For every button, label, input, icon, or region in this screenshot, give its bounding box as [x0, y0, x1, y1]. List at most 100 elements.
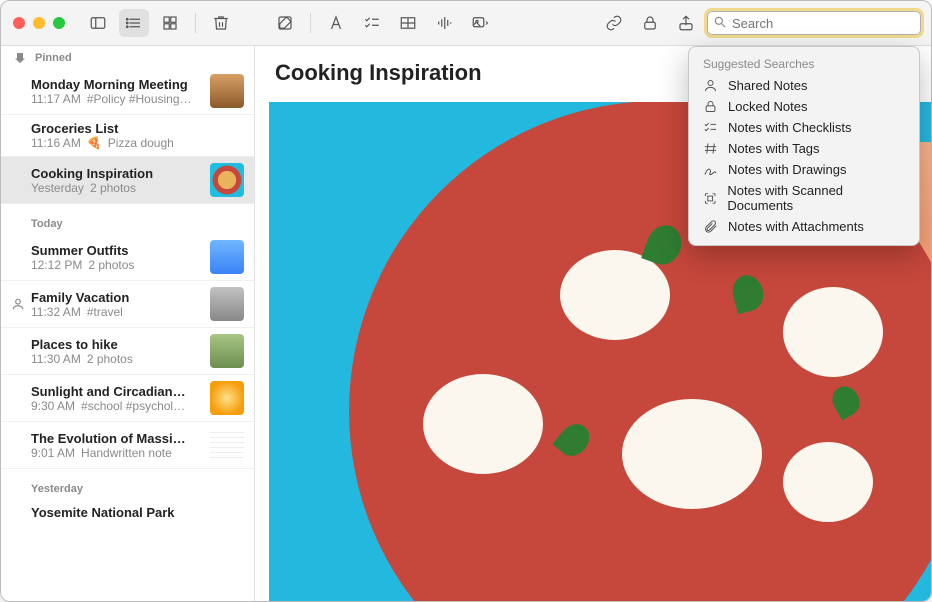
media-menu-button[interactable] [465, 9, 495, 37]
search-suggestions-popover: Suggested Searches Shared Notes Locked N… [688, 46, 920, 246]
note-detail: 2 photos [90, 181, 136, 195]
window-minimize-button[interactable] [33, 17, 45, 29]
checklist-button[interactable] [357, 9, 387, 37]
sidebar-toggle-icon [89, 14, 107, 32]
note-thumbnail [210, 428, 244, 462]
pizza-emoji: 🍕 [87, 136, 102, 150]
audio-icon [435, 14, 453, 32]
lock-icon [703, 99, 718, 114]
list-view-button[interactable] [119, 9, 149, 37]
window-zoom-button[interactable] [53, 17, 65, 29]
note-thumbnail [210, 240, 244, 274]
link-button[interactable] [599, 9, 629, 37]
suggestion-label: Notes with Checklists [728, 120, 852, 135]
section-pinned: Pinned [1, 46, 254, 68]
note-title: Summer Outfits [31, 243, 202, 258]
grid-view-icon [161, 14, 179, 32]
note-row-selected[interactable]: Cooking Inspiration Yesterday 2 photos [1, 157, 254, 204]
link-icon [605, 14, 623, 32]
search-input[interactable] [707, 11, 921, 35]
suggestion-label: Shared Notes [728, 78, 808, 93]
note-detail: Handwritten note [81, 446, 172, 460]
window-close-button[interactable] [13, 17, 25, 29]
suggestion-label: Notes with Attachments [728, 219, 864, 234]
shared-icon [703, 78, 718, 93]
note-detail: Pizza dough [108, 136, 174, 150]
compose-icon [276, 14, 294, 32]
note-time: 11:30 AM [31, 352, 81, 366]
suggestion-scanned[interactable]: Notes with Scanned Documents [689, 180, 919, 216]
suggestion-checklists[interactable]: Notes with Checklists [689, 117, 919, 138]
note-row[interactable]: Summer Outfits 12:12 PM 2 photos [1, 234, 254, 281]
grid-view-button[interactable] [155, 9, 185, 37]
share-icon [677, 14, 695, 32]
sidebar-toggle-button[interactable] [83, 9, 113, 37]
toolbar-separator [195, 13, 196, 33]
checklist-icon [363, 14, 381, 32]
suggestion-label: Locked Notes [728, 99, 808, 114]
lock-menu-button[interactable] [635, 9, 665, 37]
note-detail: #travel [87, 305, 123, 319]
note-row[interactable]: The Evolution of Massi… 9:01 AM Handwritt… [1, 422, 254, 469]
suggestion-drawings[interactable]: Notes with Drawings [689, 159, 919, 180]
note-detail: 2 photos [88, 258, 134, 272]
note-title: Monday Morning Meeting [31, 77, 202, 92]
note-thumbnail [210, 287, 244, 321]
note-list-sidebar: Pinned Monday Morning Meeting 11:17 AM #P… [1, 46, 255, 601]
media-icon [471, 14, 489, 32]
audio-button[interactable] [429, 9, 459, 37]
toolbar-separator [310, 13, 311, 33]
note-time: 9:01 AM [31, 446, 75, 460]
compose-button[interactable] [270, 9, 300, 37]
window-traffic-lights [13, 17, 65, 29]
note-time: 12:12 PM [31, 258, 82, 272]
note-thumbnail [210, 381, 244, 415]
suggestion-shared-notes[interactable]: Shared Notes [689, 75, 919, 96]
note-thumbnail [210, 334, 244, 368]
note-row[interactable]: Places to hike 11:30 AM 2 photos [1, 328, 254, 375]
list-view-icon [125, 14, 143, 32]
format-button[interactable] [321, 9, 351, 37]
app-window: Pinned Monday Morning Meeting 11:17 AM #P… [0, 0, 932, 602]
note-row[interactable]: Family Vacation 11:32 AM #travel [1, 281, 254, 328]
scan-icon [703, 191, 717, 206]
shared-icon [11, 297, 25, 311]
note-detail: #Policy #Housing… [87, 92, 192, 106]
suggestion-attachments[interactable]: Notes with Attachments [689, 216, 919, 237]
note-thumbnail [210, 163, 244, 197]
draw-icon [703, 162, 718, 177]
suggestions-title: Suggested Searches [689, 53, 919, 75]
note-row[interactable]: Monday Morning Meeting 11:17 AM #Policy #… [1, 68, 254, 115]
tag-icon [703, 141, 718, 156]
note-time: 11:32 AM [31, 305, 81, 319]
note-title: Places to hike [31, 337, 202, 352]
delete-button[interactable] [206, 9, 236, 37]
note-title: Groceries List [31, 121, 244, 136]
trash-icon [212, 14, 230, 32]
note-title: The Evolution of Massi… [31, 431, 202, 446]
table-button[interactable] [393, 9, 423, 37]
note-title: Cooking Inspiration [31, 166, 202, 181]
note-detail: 2 photos [87, 352, 133, 366]
suggestion-label: Notes with Tags [728, 141, 820, 156]
share-button[interactable] [671, 9, 701, 37]
checklist-icon [703, 120, 718, 135]
toolbar [1, 1, 931, 46]
lock-icon [641, 14, 659, 32]
note-time: 11:17 AM [31, 92, 81, 106]
section-today: Today [1, 204, 254, 234]
note-detail: #school #psychol… [81, 399, 185, 413]
suggestion-locked-notes[interactable]: Locked Notes [689, 96, 919, 117]
note-time: 11:16 AM [31, 136, 81, 150]
table-icon [399, 14, 417, 32]
suggestion-tags[interactable]: Notes with Tags [689, 138, 919, 159]
note-time: Yesterday [31, 181, 84, 195]
note-title: Family Vacation [31, 290, 202, 305]
note-row[interactable]: Yosemite National Park [1, 499, 254, 526]
note-title: Sunlight and Circadian… [31, 384, 202, 399]
search-icon [713, 15, 727, 29]
section-yesterday: Yesterday [1, 469, 254, 499]
note-row[interactable]: Sunlight and Circadian… 9:30 AM#school #… [1, 375, 254, 422]
note-row[interactable]: Groceries List 11:16 AM 🍕 Pizza dough [1, 115, 254, 157]
format-icon [327, 14, 345, 32]
